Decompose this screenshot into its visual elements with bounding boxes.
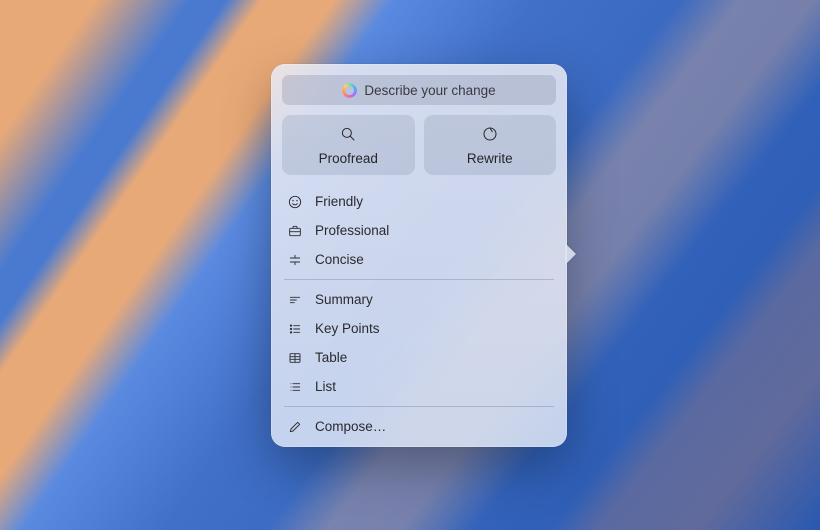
format-keypoints-label: Key Points — [315, 321, 380, 336]
divider — [284, 406, 554, 407]
format-table-label: Table — [315, 350, 347, 365]
concise-icon — [286, 252, 303, 268]
summary-icon — [286, 292, 303, 308]
describe-change-field[interactable]: Describe your change — [282, 75, 556, 105]
describe-change-placeholder: Describe your change — [364, 83, 495, 98]
tone-concise[interactable]: Concise — [282, 245, 556, 274]
tone-professional[interactable]: Professional — [282, 216, 556, 245]
format-table[interactable]: Table — [282, 343, 556, 372]
format-list[interactable]: List — [282, 372, 556, 401]
writing-tools-panel: Describe your change Proofread Rewrite — [271, 64, 567, 447]
bullet-list-icon — [286, 321, 303, 337]
smiley-icon — [286, 194, 303, 210]
tone-friendly-label: Friendly — [315, 194, 363, 209]
format-keypoints[interactable]: Key Points — [282, 314, 556, 343]
apple-intelligence-icon — [342, 83, 357, 98]
format-summary[interactable]: Summary — [282, 285, 556, 314]
magnifier-icon — [339, 125, 357, 146]
rewrite-label: Rewrite — [467, 151, 513, 166]
proofread-button[interactable]: Proofread — [282, 115, 415, 175]
briefcase-icon — [286, 223, 303, 239]
pencil-icon — [286, 419, 303, 435]
rewrite-button[interactable]: Rewrite — [424, 115, 557, 175]
table-icon — [286, 350, 303, 366]
compose-label: Compose… — [315, 419, 386, 434]
rewrite-icon — [481, 125, 499, 146]
tone-friendly[interactable]: Friendly — [282, 187, 556, 216]
list-icon — [286, 379, 303, 395]
tone-professional-label: Professional — [315, 223, 389, 238]
compose-item[interactable]: Compose… — [282, 412, 556, 441]
tone-concise-label: Concise — [315, 252, 364, 267]
format-summary-label: Summary — [315, 292, 373, 307]
popover-arrow — [565, 243, 576, 265]
format-list-label: List — [315, 379, 336, 394]
divider — [284, 279, 554, 280]
proofread-label: Proofread — [319, 151, 378, 166]
